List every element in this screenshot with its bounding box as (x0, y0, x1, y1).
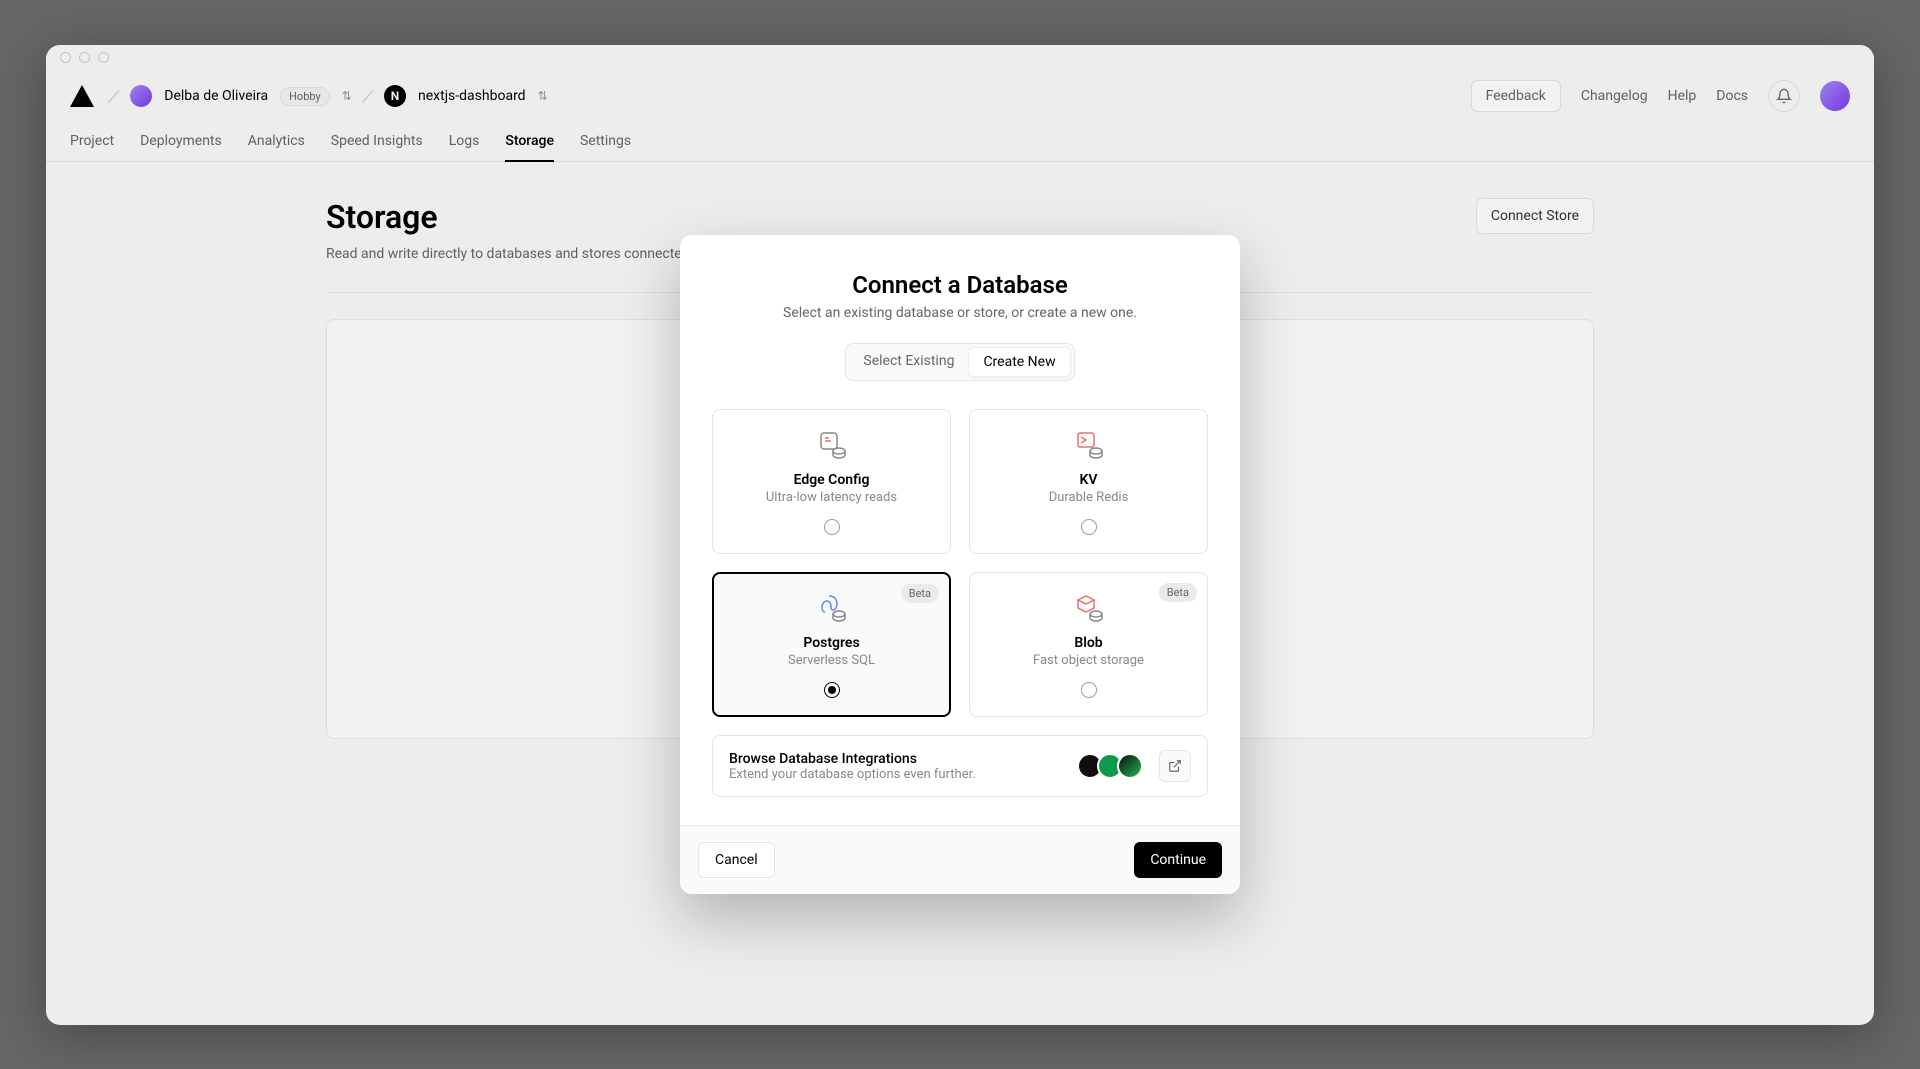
radio-checked (824, 682, 840, 698)
option-desc: Durable Redis (1049, 490, 1129, 505)
option-desc: Ultra-low latency reads (766, 490, 897, 505)
segmented-control: Select Existing Create New (845, 343, 1074, 381)
modal-overlay: Connect a Database Select an existing da… (46, 45, 1874, 1025)
option-title: Postgres (803, 635, 859, 651)
integration-logos (1083, 753, 1143, 779)
integration-logo-icon (1117, 753, 1143, 779)
option-postgres[interactable]: Beta Postgres Serverless SQL (712, 572, 951, 717)
external-link-button[interactable] (1159, 750, 1191, 782)
database-options-grid: Edge Config Ultra-low latency reads KV D… (712, 409, 1208, 717)
option-desc: Fast object storage (1033, 653, 1144, 668)
radio-unchecked (824, 519, 840, 535)
blob-icon (1072, 591, 1106, 625)
option-title: Edge Config (794, 472, 870, 488)
modal-footer: Cancel Continue (680, 825, 1240, 894)
radio-unchecked (1081, 519, 1097, 535)
modal-subtitle: Select an existing database or store, or… (712, 305, 1208, 321)
option-desc: Serverless SQL (788, 653, 875, 668)
app-window: / Delba de Oliveira Hobby ⇅ / N nextjs-d… (46, 45, 1874, 1025)
integrations-desc: Extend your database options even furthe… (729, 767, 1067, 782)
beta-badge: Beta (901, 584, 939, 603)
radio-unchecked (1081, 682, 1097, 698)
modal-title: Connect a Database (712, 271, 1208, 299)
kv-icon (1072, 428, 1106, 462)
segment-create-new[interactable]: Create New (968, 347, 1070, 377)
edge-config-icon (815, 428, 849, 462)
option-edge-config[interactable]: Edge Config Ultra-low latency reads (712, 409, 951, 554)
beta-badge: Beta (1159, 583, 1197, 602)
option-title: KV (1080, 472, 1098, 488)
option-blob[interactable]: Beta Blob Fast object storage (969, 572, 1208, 717)
continue-button[interactable]: Continue (1134, 842, 1222, 878)
option-kv[interactable]: KV Durable Redis (969, 409, 1208, 554)
connect-database-modal: Connect a Database Select an existing da… (680, 235, 1240, 894)
segment-select-existing[interactable]: Select Existing (849, 347, 968, 377)
cancel-button[interactable]: Cancel (698, 842, 775, 878)
option-title: Blob (1074, 635, 1102, 651)
postgres-icon (815, 591, 849, 625)
integrations-row[interactable]: Browse Database Integrations Extend your… (712, 735, 1208, 797)
external-link-icon (1168, 759, 1182, 773)
integrations-title: Browse Database Integrations (729, 751, 1067, 767)
